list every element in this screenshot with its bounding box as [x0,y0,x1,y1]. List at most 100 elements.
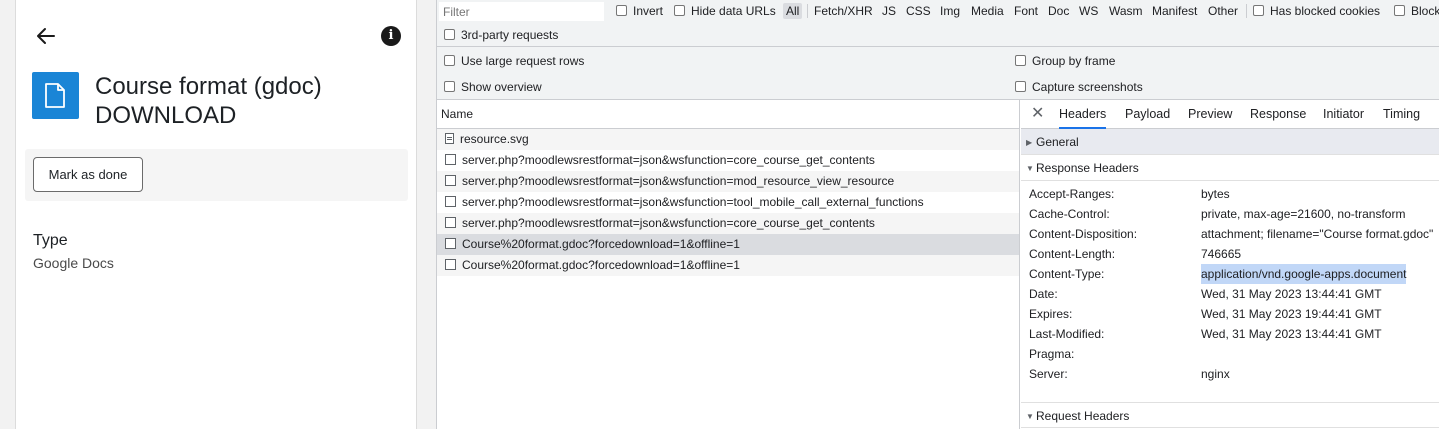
type-filter-ws[interactable]: WS [1079,3,1098,19]
type-filter-other[interactable]: Other [1208,3,1238,19]
header-name: Content-Length: [1029,247,1116,261]
hide-data-urls-label: Hide data URLs [691,4,776,18]
header-name: Expires: [1029,307,1073,321]
header-row: Content-Disposition: attachment; filename… [1021,224,1439,244]
blocked-requests-label: Block [1411,4,1439,18]
table-row[interactable]: server.php?moodlewsrestformat=json&wsfun… [436,192,1019,213]
type-filter-fetch-xhr[interactable]: Fetch/XHR [814,3,873,19]
file-icon [445,196,456,208]
triangle-right-icon: ▶ [1026,138,1033,147]
request-detail-panel: ✕ Headers Payload Preview Response Initi… [1021,100,1439,429]
type-filter-js[interactable]: JS [882,3,896,19]
header-name: Content-Disposition: [1029,227,1138,241]
file-icon [32,72,79,119]
header-name: Cache-Control: [1029,207,1110,221]
header-value[interactable]: Wed, 31 May 2023 13:44:41 GMT [1201,324,1382,344]
header-row: Content-Length: 746665 [1021,244,1439,264]
general-label: General [1036,135,1079,149]
group-by-frame-box[interactable] [1015,55,1026,67]
third-party-checkbox[interactable]: 3rd-party requests [444,28,558,42]
third-party-label: 3rd-party requests [461,28,559,42]
header-value[interactable]: application/vnd.google-apps.document [1201,264,1407,284]
has-blocked-cookies-checkbox[interactable]: Has blocked cookies [1253,4,1380,18]
request-name: server.php?moodlewsrestformat=json&wsfun… [462,195,924,209]
type-value: Google Docs [33,255,114,271]
invert-label: Invert [633,4,664,18]
type-filter-manifest[interactable]: Manifest [1152,3,1197,19]
type-filter-doc[interactable]: Doc [1048,3,1069,19]
blocked-requests-box[interactable] [1394,5,1405,17]
tab-timing[interactable]: Timing [1383,100,1420,129]
table-row[interactable]: server.php?moodlewsrestformat=json&wsfun… [436,213,1019,234]
request-name: server.php?moodlewsrestformat=json&wsfun… [462,153,875,167]
request-name: Course%20format.gdoc?forcedownload=1&off… [462,237,740,251]
header-name: Last-Modified: [1029,327,1105,341]
triangle-down-icon: ▼ [1026,412,1034,421]
name-column-header[interactable]: Name [436,100,1019,129]
show-overview-box[interactable] [444,81,455,93]
header-value[interactable]: Wed, 31 May 2023 19:44:41 GMT [1201,304,1382,324]
table-row[interactable]: resource.svg [436,129,1019,150]
header-row: Expires: Wed, 31 May 2023 19:44:41 GMT [1021,304,1439,324]
header-value[interactable]: attachment; filename="Course format.gdoc… [1201,224,1433,244]
filter-input[interactable] [439,2,604,21]
file-icon [445,238,456,250]
type-filter-wasm[interactable]: Wasm [1109,3,1143,19]
info-icon[interactable]: i [381,26,401,46]
mark-as-done-button[interactable]: Mark as done [33,157,143,192]
hide-data-urls-checkbox[interactable]: Hide data URLs [674,4,776,18]
header-value[interactable]: private, max-age=21600, no-transform [1201,204,1405,224]
blocked-requests-checkbox[interactable]: Block [1394,4,1439,18]
capture-screenshots-box[interactable] [1015,81,1026,93]
separator [1246,4,1247,18]
request-list: resource.svg server.php?moodlewsrestforma… [436,129,1019,276]
tab-initiator[interactable]: Initiator [1323,100,1364,129]
show-overview-checkbox[interactable]: Show overview [444,80,542,94]
table-row[interactable]: Course%20format.gdoc?forcedownload=1&off… [436,234,1019,255]
close-icon[interactable]: ✕ [1031,105,1044,123]
third-party-box[interactable] [444,29,455,41]
table-row[interactable]: Course%20format.gdoc?forcedownload=1&off… [436,255,1019,276]
tab-headers[interactable]: Headers [1059,100,1107,129]
request-headers-section-header[interactable]: ▼ Request Headers [1021,402,1439,428]
header-row: Cache-Control: private, max-age=21600, no… [1021,204,1439,224]
tab-payload[interactable]: Payload [1125,100,1170,129]
has-blocked-cookies-label: Has blocked cookies [1270,4,1381,18]
group-by-frame-checkbox[interactable]: Group by frame [1015,54,1115,68]
header-value[interactable]: nginx [1201,364,1230,384]
table-row[interactable]: server.php?moodlewsrestformat=json&wsfun… [436,171,1019,192]
type-filter-font[interactable]: Font [1014,3,1038,19]
header-row: Pragma: [1021,344,1439,364]
type-filter-all[interactable]: All [783,3,803,19]
back-button[interactable] [34,24,58,48]
general-section-header[interactable]: ▶ General [1021,129,1439,155]
pane-divider[interactable] [436,0,437,429]
page-title: Course format (gdoc) DOWNLOAD [95,72,322,130]
completion-bar: Mark as done [25,149,408,201]
large-rows-checkbox[interactable]: Use large request rows [444,54,584,68]
header-name: Accept-Ranges: [1029,187,1115,201]
table-row[interactable]: server.php?moodlewsrestformat=json&wsfun… [436,150,1019,171]
request-name: Course%20format.gdoc?forcedownload=1&off… [462,258,740,272]
tab-preview[interactable]: Preview [1188,100,1232,129]
tab-response[interactable]: Response [1250,100,1306,129]
header-name: Server: [1029,367,1068,381]
page-title-line-1: Course format (gdoc) [95,73,322,100]
has-blocked-cookies-box[interactable] [1253,5,1264,17]
request-name: server.php?moodlewsrestformat=json&wsfun… [462,216,875,230]
capture-screenshots-checkbox[interactable]: Capture screenshots [1015,80,1143,94]
header-row: Content-Type: application/vnd.google-apps… [1021,264,1439,284]
type-filter-media[interactable]: Media [971,3,1004,19]
hide-data-urls-box[interactable] [674,5,685,17]
header-value[interactable]: bytes [1201,184,1230,204]
header-value[interactable]: 746665 [1201,244,1241,264]
header-value[interactable]: Wed, 31 May 2023 13:44:41 GMT [1201,284,1382,304]
response-headers-section-header[interactable]: ▼ Response Headers [1021,155,1439,181]
filter-toolbar: Invert Hide data URLs All Fetch/XHR JS C… [436,0,1439,23]
type-filter-img[interactable]: Img [940,3,960,19]
type-filter-css[interactable]: CSS [906,3,931,19]
invert-checkbox-box[interactable] [616,5,627,17]
devtools-network-panel: Invert Hide data URLs All Fetch/XHR JS C… [436,0,1439,429]
large-rows-box[interactable] [444,55,455,67]
invert-checkbox[interactable]: Invert [616,4,663,18]
